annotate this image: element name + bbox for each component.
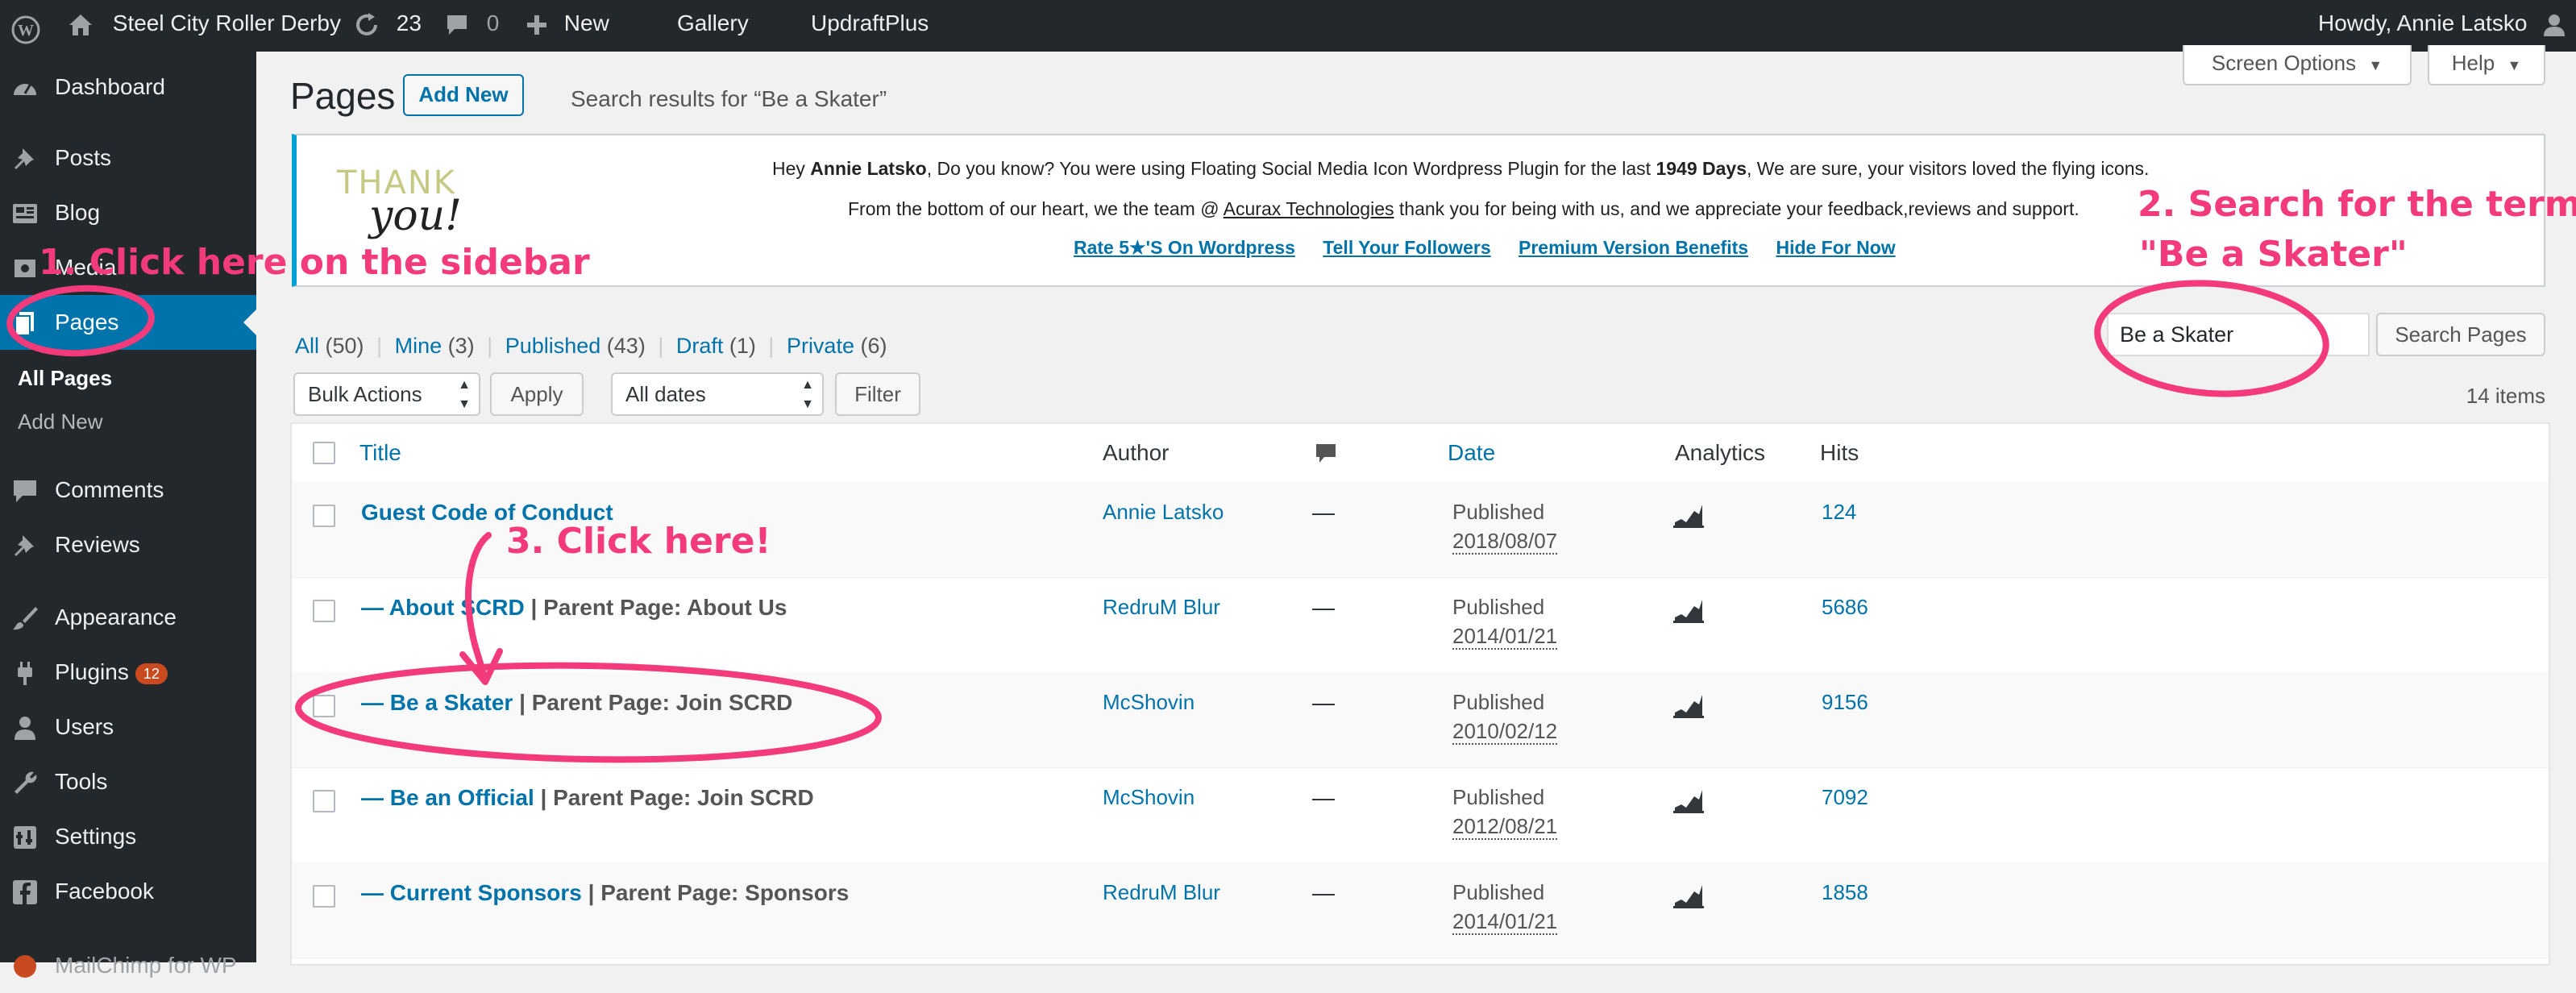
- pages-highlight-circle: [6, 285, 155, 357]
- step3-annotation: 3. Click here!: [506, 521, 771, 562]
- step1-annotation: 1. Click here on the sidebar: [39, 242, 590, 283]
- search-highlight-circle: [2094, 280, 2329, 397]
- step3-arrow: [465, 532, 492, 679]
- annotation-overlay: [6, 280, 2329, 763]
- be-a-skater-highlight-circle: [295, 662, 882, 763]
- step2-annotation-line2: "Be a Skater": [2139, 234, 2408, 275]
- step2-annotation-line1: 2. Search for the term: [2138, 184, 2576, 225]
